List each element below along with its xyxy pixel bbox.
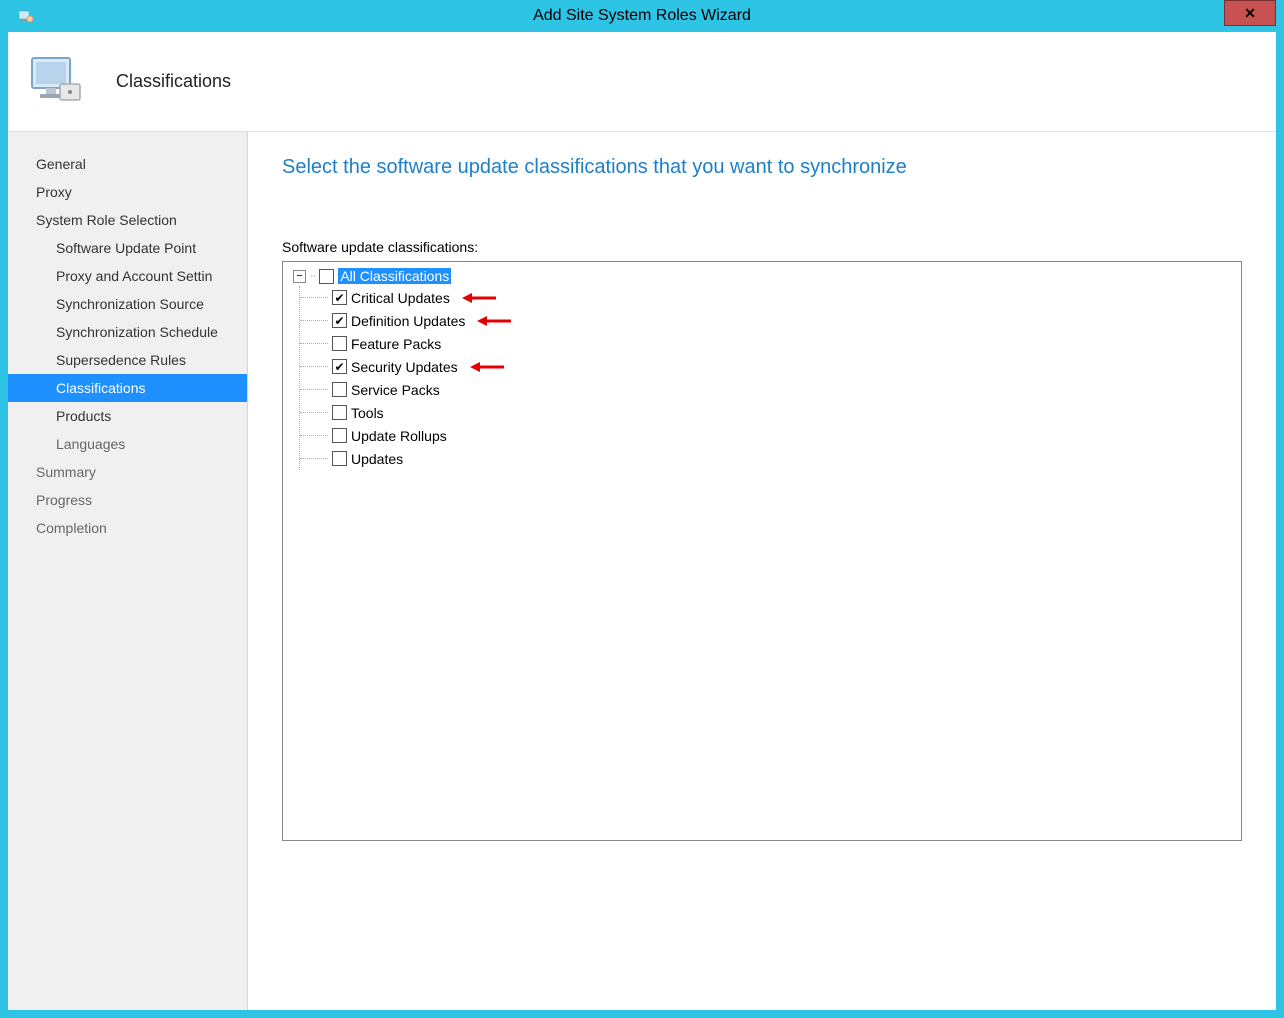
sidebar-item-classifications[interactable]: Classifications — [8, 374, 247, 402]
titlebar: Add Site System Roles Wizard ✕ — [8, 0, 1276, 32]
main-heading: Select the software update classificatio… — [282, 156, 1242, 179]
tree-node-definition-updates[interactable]: ✔Definition Updates — [300, 309, 1231, 332]
tree-node-update-rollups[interactable]: Update Rollups — [300, 424, 1231, 447]
wizard-body: GeneralProxySystem Role SelectionSoftwar… — [8, 132, 1276, 1010]
wizard-window: Add Site System Roles Wizard ✕ Classific… — [0, 0, 1284, 1018]
checkbox[interactable]: ✔ — [332, 290, 347, 305]
tree-node-tools[interactable]: Tools — [300, 401, 1231, 424]
tree-node-feature-packs[interactable]: Feature Packs — [300, 332, 1231, 355]
sidebar-item-supersedence-rules[interactable]: Supersedence Rules — [8, 346, 247, 374]
tree-node-service-packs[interactable]: Service Packs — [300, 378, 1231, 401]
tree-node-label: Definition Updates — [349, 313, 467, 329]
sidebar-item-completion[interactable]: Completion — [8, 514, 247, 542]
checkbox[interactable]: ✔ — [332, 313, 347, 328]
annotation-arrow-icon — [462, 292, 496, 304]
window-title: Add Site System Roles Wizard — [533, 7, 751, 25]
close-button[interactable]: ✕ — [1224, 0, 1276, 26]
wizard-header: Classifications — [8, 32, 1276, 132]
sidebar-item-synchronization-schedule[interactable]: Synchronization Schedule — [8, 318, 247, 346]
tree-node-label: Service Packs — [349, 382, 442, 398]
sidebar-item-general[interactable]: General — [8, 150, 247, 178]
tree-connector: ·· — [310, 270, 315, 282]
root-checkbox[interactable] — [319, 269, 334, 284]
tree-node-critical-updates[interactable]: ✔Critical Updates — [300, 286, 1231, 309]
checkbox[interactable] — [332, 382, 347, 397]
close-icon: ✕ — [1244, 5, 1256, 22]
sidebar: GeneralProxySystem Role SelectionSoftwar… — [8, 132, 248, 1010]
tree-root-node[interactable]: − ·· All Classifications — [293, 268, 1231, 284]
tree-node-security-updates[interactable]: ✔Security Updates — [300, 355, 1231, 378]
main-panel: Select the software update classificatio… — [248, 132, 1276, 1010]
checkbox[interactable] — [332, 451, 347, 466]
annotation-arrow-icon — [470, 361, 504, 373]
sidebar-item-proxy[interactable]: Proxy — [8, 178, 247, 206]
checkbox[interactable]: ✔ — [332, 359, 347, 374]
tree-node-updates[interactable]: Updates — [300, 447, 1231, 470]
sidebar-item-products[interactable]: Products — [8, 402, 247, 430]
checkbox[interactable] — [332, 405, 347, 420]
root-label[interactable]: All Classifications — [338, 268, 451, 284]
tree-node-label: Tools — [349, 405, 386, 421]
sidebar-item-summary[interactable]: Summary — [8, 458, 247, 486]
app-icon — [16, 6, 36, 26]
sidebar-item-progress[interactable]: Progress — [8, 486, 247, 514]
sidebar-item-system-role-selection[interactable]: System Role Selection — [8, 206, 247, 234]
sidebar-item-languages[interactable]: Languages — [8, 430, 247, 458]
sidebar-item-synchronization-source[interactable]: Synchronization Source — [8, 290, 247, 318]
tree-children: ✔Critical Updates✔Definition UpdatesFeat… — [299, 286, 1231, 470]
expander-icon[interactable]: − — [293, 270, 306, 283]
tree-node-label: Critical Updates — [349, 290, 452, 306]
monitor-icon — [26, 52, 86, 112]
page-title: Classifications — [116, 71, 231, 92]
tree-node-label: Feature Packs — [349, 336, 443, 352]
sidebar-item-software-update-point[interactable]: Software Update Point — [8, 234, 247, 262]
sidebar-item-proxy-and-account-settin[interactable]: Proxy and Account Settin — [8, 262, 247, 290]
tree-node-label: Security Updates — [349, 359, 460, 375]
tree-node-label: Update Rollups — [349, 428, 449, 444]
annotation-arrow-icon — [477, 315, 511, 327]
classifications-tree[interactable]: − ·· All Classifications ✔Critical Updat… — [282, 261, 1242, 841]
checkbox[interactable] — [332, 336, 347, 351]
checkbox[interactable] — [332, 428, 347, 443]
tree-node-label: Updates — [349, 451, 405, 467]
tree-label: Software update classifications: — [282, 239, 1242, 255]
